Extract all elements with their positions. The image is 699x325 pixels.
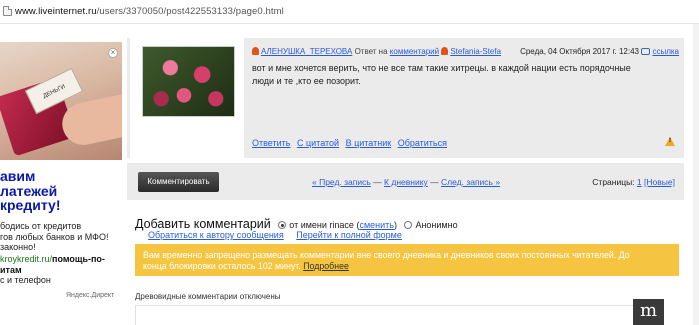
post-navigation: « Пред. запись — К дневнику — След. запи… <box>312 177 501 187</box>
page-icon <box>3 6 12 16</box>
reply-button[interactable]: Ответить <box>252 138 290 148</box>
add-comment-links: Обратиться к автору сообщения Перейти к … <box>148 230 412 240</box>
full-form-link[interactable]: Перейти к полной форме <box>296 230 402 240</box>
ad-link[interactable]: kroykredit.ru/помощь-по-итам <box>0 254 124 275</box>
permalink[interactable]: ссылка <box>641 47 679 56</box>
ad-title[interactable]: авим латежей кредиту! <box>0 169 124 213</box>
thumb-frame <box>130 38 244 158</box>
comment-card: АЛЕНУШКА_ТЕРЕХОВА Ответ на комментарий S… <box>127 38 684 158</box>
comment-input-area[interactable] <box>135 305 661 325</box>
warning-icon[interactable] <box>665 137 675 146</box>
comment-text: вот и мне хочется верить, что не все там… <box>252 63 631 86</box>
contact-button[interactable]: Обратиться <box>398 138 447 148</box>
hand-image <box>58 93 122 149</box>
ad-footer: с и телефон <box>0 275 51 285</box>
reply-prefix: Ответ на <box>354 47 388 56</box>
reply-link[interactable]: комментарий <box>390 47 439 56</box>
block-notice: Вам временно запрещено размещать коммент… <box>135 244 679 276</box>
ad-body: бодись от кредитов гов любых банков и МФ… <box>0 221 109 252</box>
link-icon <box>641 48 651 55</box>
tree-comments-note: Древовидные комментарии отключены <box>135 292 281 301</box>
flowers-image[interactable] <box>142 46 235 117</box>
pager-bar: Комментировать « Пред. запись — К дневни… <box>127 163 684 200</box>
yandex-direct-label[interactable]: Яндекс.Директ <box>66 292 114 299</box>
ad-image[interactable]: ДЕНЬГИ × <box>0 42 122 160</box>
reply-to-user[interactable]: Stefania-Stefa <box>450 47 501 56</box>
details-link[interactable]: Подробнее <box>303 261 349 271</box>
url-text[interactable]: www.liveinternet.ru/users/3370050/post42… <box>15 6 284 17</box>
user-icon <box>441 47 449 55</box>
change-user-link[interactable]: сменить <box>359 220 394 230</box>
address-bar[interactable]: www.liveinternet.ru/users/3370050/post42… <box>0 0 699 24</box>
new-comments-link[interactable]: [Новые] <box>644 177 675 187</box>
comment-author[interactable]: АЛЕНУШКА_ТЕРЕХОВА <box>261 47 352 56</box>
comment-header: АЛЕНУШКА_ТЕРЕХОВА Ответ на комментарий S… <box>252 47 682 57</box>
quote-button[interactable]: С цитатой <box>297 138 339 148</box>
contact-author-link[interactable]: Обратиться к автору сообщения <box>148 230 284 240</box>
comment-actions: Ответить С цитатой В цитатник Обратиться <box>252 138 451 148</box>
add-comment-title: Добавить комментарий <box>135 217 271 231</box>
next-post-link[interactable]: След. запись » <box>441 177 500 187</box>
save-quote-button[interactable]: В цитатник <box>346 138 392 148</box>
m-badge-icon[interactable]: m <box>633 299 664 325</box>
radio-as-user[interactable] <box>278 221 287 229</box>
pagination: Страницы: 1 [Новые] <box>592 177 675 187</box>
close-icon[interactable]: × <box>108 48 118 58</box>
comment-button[interactable]: Комментировать <box>138 172 219 192</box>
page-link-1[interactable]: 1 <box>637 177 642 187</box>
diary-link[interactable]: К дневнику <box>384 177 428 187</box>
ad-banner[interactable]: ДЕНЬГИ × авим латежей кредиту! бодись от… <box>0 42 124 302</box>
radio-anonymous[interactable] <box>404 221 413 229</box>
comment-date: Среда, 04 Октября 2017 г. 12:43 <box>520 47 639 56</box>
scrollbar[interactable] <box>693 24 699 325</box>
prev-post-link[interactable]: « Пред. запись <box>312 177 371 187</box>
user-icon <box>252 47 259 55</box>
add-comment-header: Добавить комментарий от имени rinace (см… <box>135 217 458 231</box>
